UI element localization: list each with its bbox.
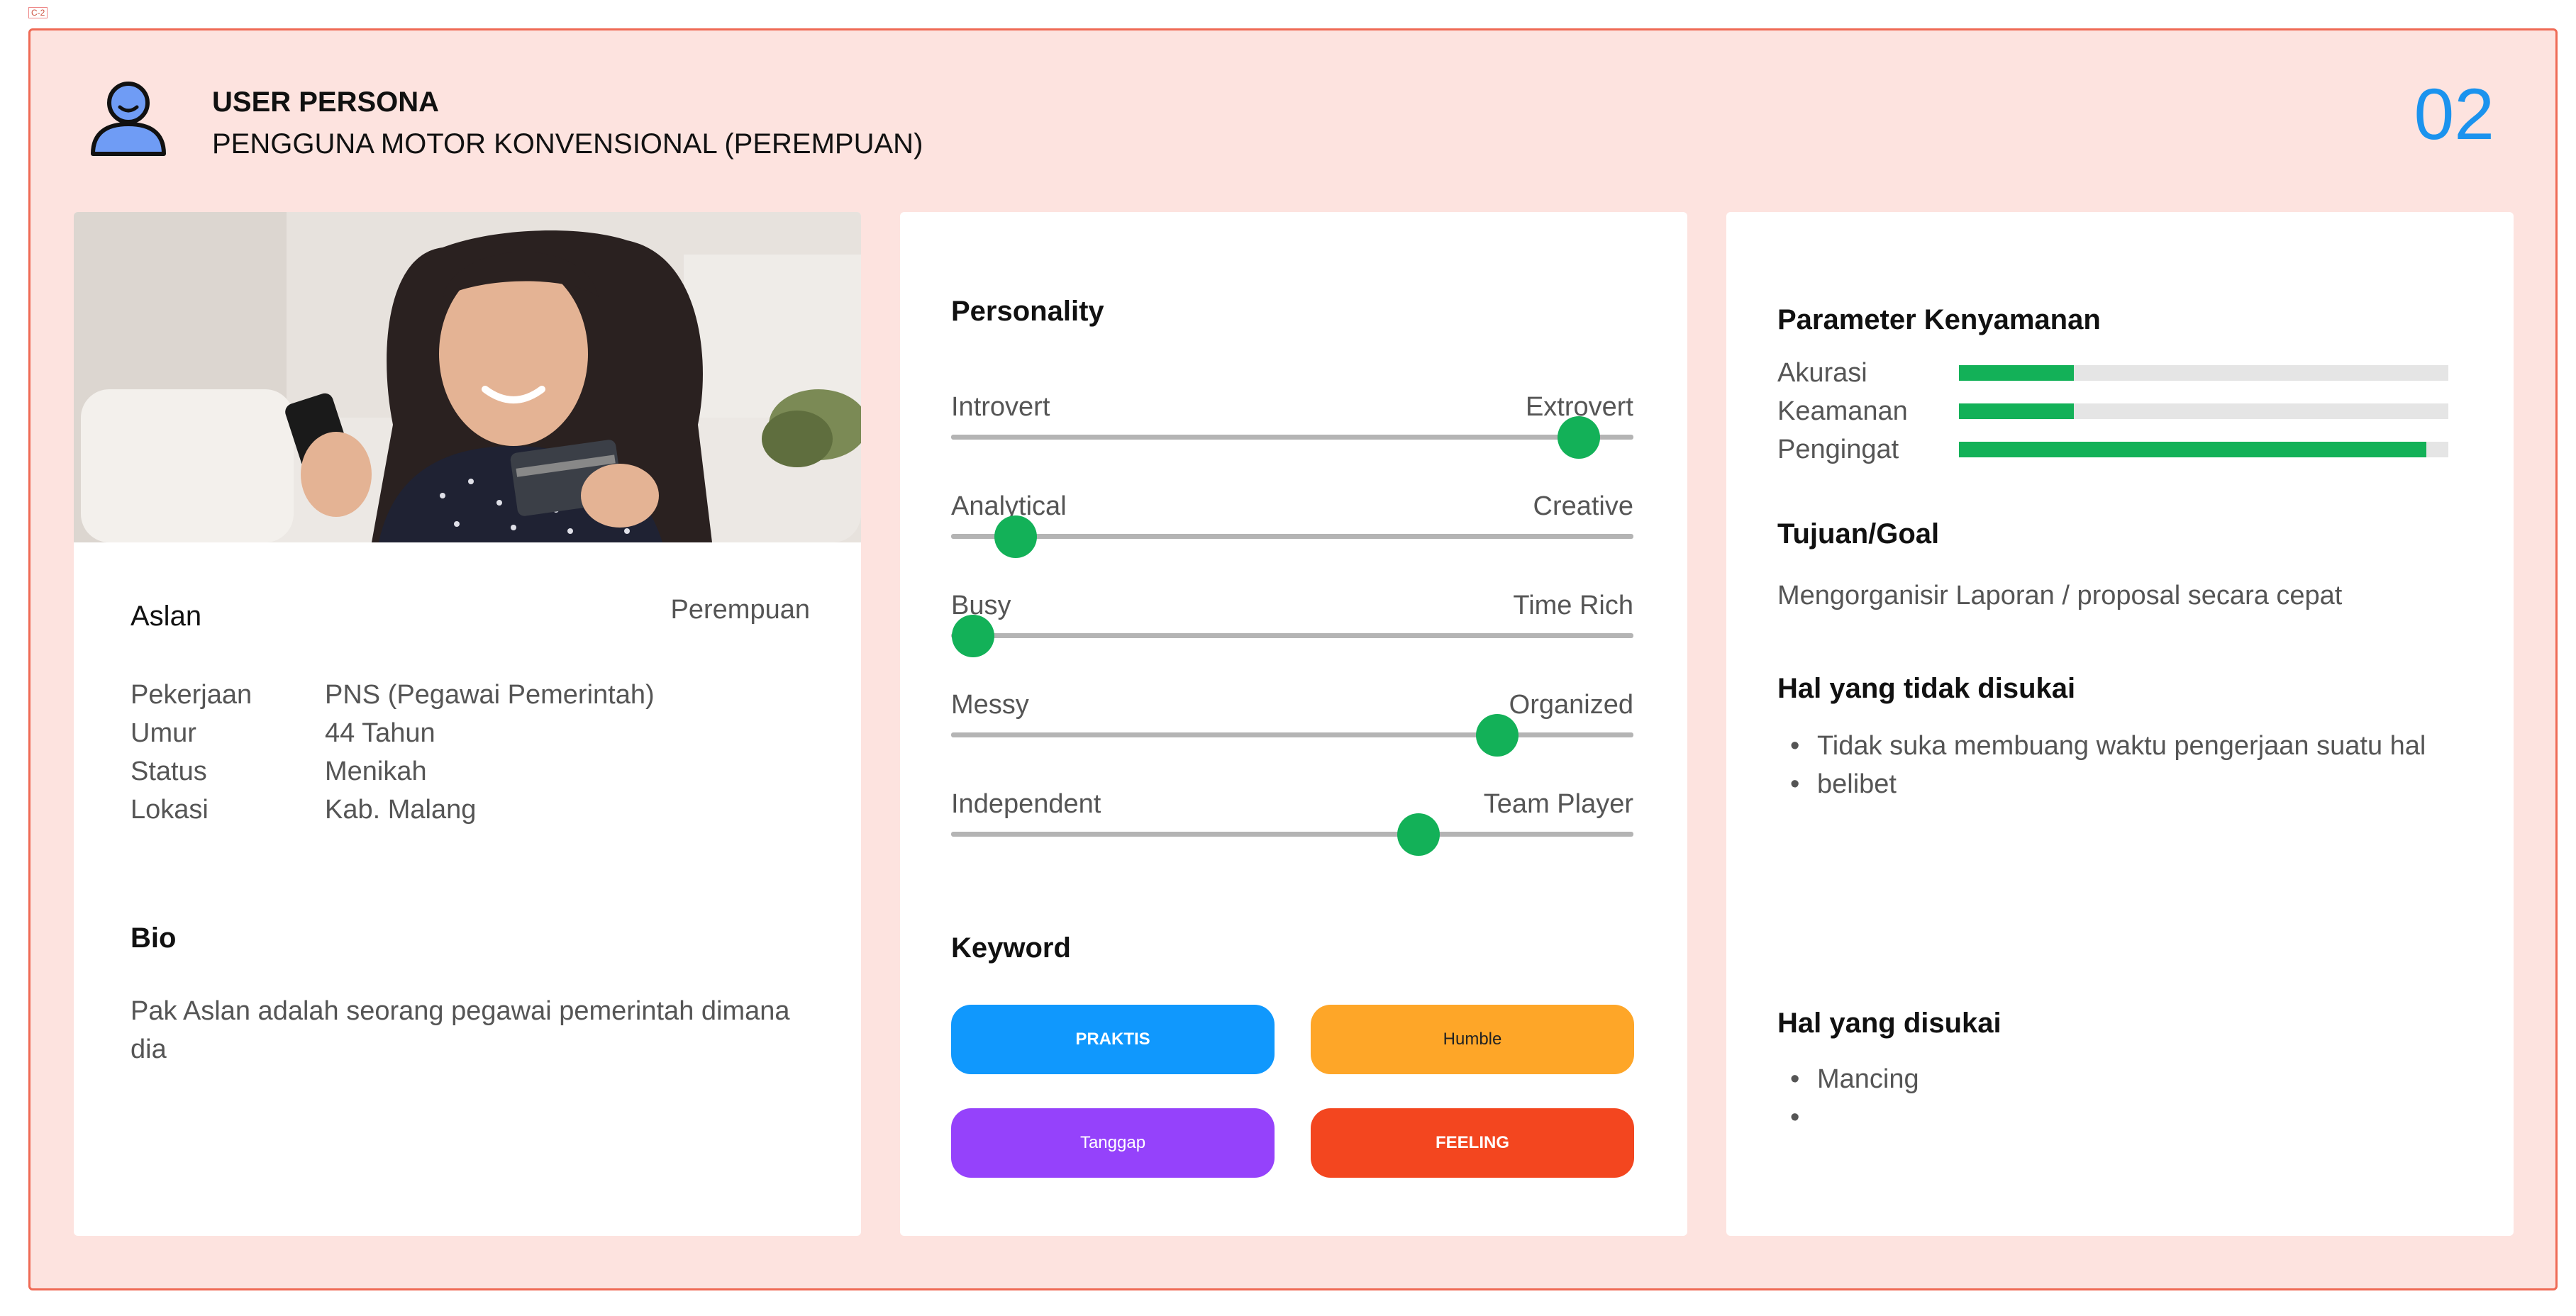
user-icon bbox=[91, 82, 166, 156]
slider-knob[interactable] bbox=[951, 615, 994, 657]
info-key: Pekerjaan bbox=[131, 679, 252, 710]
slider-busy-timerich[interactable]: Busy Time Rich bbox=[951, 591, 1633, 690]
list-item: • belibet bbox=[1777, 765, 2426, 803]
param-row-akurasi: Akurasi bbox=[1777, 354, 2448, 392]
info-key: Lokasi bbox=[131, 794, 209, 825]
bio-title: Bio bbox=[131, 922, 177, 954]
list-item: • Mancing bbox=[1777, 1060, 1919, 1098]
goal-text: Mengorganisir Laporan / proposal secara … bbox=[1777, 581, 2343, 610]
dislikes-title: Hal yang tidak disukai bbox=[1777, 673, 2076, 704]
slider-track[interactable] bbox=[951, 732, 1633, 737]
slider-knob[interactable] bbox=[994, 515, 1038, 558]
slider-knob[interactable] bbox=[1475, 714, 1519, 757]
keyword-title: Keyword bbox=[951, 932, 1071, 964]
info-value: 44 Tahun bbox=[325, 718, 435, 748]
header-subtitle: PENGGUNA MOTOR KONVENSIONAL (PEREMPUAN) bbox=[212, 128, 923, 160]
header-text: USER PERSONA PENGGUNA MOTOR KONVENSIONAL… bbox=[212, 82, 923, 165]
page-number: 02 bbox=[2414, 74, 2494, 155]
param-bar bbox=[1959, 403, 2448, 419]
slider-track[interactable] bbox=[951, 633, 1633, 638]
persona-photo bbox=[74, 212, 861, 542]
frame-label: C-2 bbox=[28, 7, 48, 18]
keyword-chip-tanggap[interactable]: Tanggap bbox=[951, 1108, 1275, 1178]
param-label: Akurasi bbox=[1777, 357, 1867, 388]
slider-left-label: Introvert bbox=[951, 392, 1050, 422]
slider-right-label: Organized bbox=[1509, 690, 1633, 720]
keyword-chip-praktis[interactable]: PRAKTIS bbox=[951, 1005, 1275, 1074]
info-value: Kab. Malang bbox=[325, 794, 477, 825]
personality-card: Personality Introvert Extrovert Analytic… bbox=[900, 212, 1687, 1236]
slider-knob[interactable] bbox=[1397, 813, 1440, 856]
slider-messy-organized[interactable]: Messy Organized bbox=[951, 690, 1633, 789]
param-bar bbox=[1959, 365, 2448, 381]
slider-knob[interactable] bbox=[1558, 416, 1601, 459]
persona-info-table: Pekerjaan PNS (Pegawai Pemerintah) Umur … bbox=[131, 676, 655, 829]
personality-title: Personality bbox=[951, 296, 1104, 327]
bullet-icon: • bbox=[1790, 769, 1800, 799]
header-title: USER PERSONA bbox=[212, 87, 440, 118]
info-value: PNS (Pegawai Pemerintah) bbox=[325, 679, 655, 710]
likes-title: Hal yang disukai bbox=[1777, 1008, 2002, 1039]
bio-text: Pak Aslan adalah seorang pegawai pemerin… bbox=[131, 996, 790, 1064]
persona-frame: USER PERSONA PENGGUNA MOTOR KONVENSIONAL… bbox=[28, 28, 2558, 1290]
param-fill bbox=[1959, 403, 2075, 419]
slider-right-label: Team Player bbox=[1483, 789, 1633, 819]
slider-left-label: Messy bbox=[951, 690, 1029, 720]
bullet-icon: • bbox=[1790, 1064, 1800, 1094]
info-row-umur: Umur 44 Tahun bbox=[131, 714, 655, 752]
param-fill bbox=[1959, 365, 2075, 381]
goal-title: Tujuan/Goal bbox=[1777, 518, 1940, 550]
info-row-lokasi: Lokasi Kab. Malang bbox=[131, 791, 655, 829]
profile-card: Aslan Perempuan Pekerjaan PNS (Pegawai P… bbox=[74, 212, 861, 1236]
dislikes-list: • Tidak suka membuang waktu pengerjaan su… bbox=[1777, 727, 2426, 803]
slider-track[interactable] bbox=[951, 534, 1633, 539]
bullet-icon: • bbox=[1790, 1103, 1800, 1132]
slider-introvert-extrovert[interactable]: Introvert Extrovert bbox=[951, 392, 1633, 491]
slider-track[interactable] bbox=[951, 435, 1633, 440]
param-row-keamanan: Keamanan bbox=[1777, 392, 2448, 430]
slider-track[interactable] bbox=[951, 832, 1633, 837]
list-item: • Tidak suka membuang waktu pengerjaan su… bbox=[1777, 727, 2426, 765]
keyword-chip-feeling[interactable]: FEELING bbox=[1311, 1108, 1634, 1178]
info-key: Umur bbox=[131, 718, 196, 748]
slider-left-label: Independent bbox=[951, 789, 1101, 819]
persona-photo-illustration bbox=[74, 212, 861, 542]
list-item-text: belibet bbox=[1817, 769, 1897, 799]
list-item-text: Mancing bbox=[1817, 1064, 1919, 1094]
needs-card: Parameter Kenyamanan Akurasi Keamanan Pe… bbox=[1726, 212, 2514, 1236]
param-row-pengingat: Pengingat bbox=[1777, 430, 2448, 469]
persona-gender: Perempuan bbox=[670, 595, 810, 625]
likes-list: • Mancing • bbox=[1777, 1060, 1919, 1137]
info-value: Menikah bbox=[325, 756, 427, 786]
info-row-status: Status Menikah bbox=[131, 752, 655, 791]
persona-name: Aslan bbox=[131, 601, 202, 632]
slider-right-label: Creative bbox=[1533, 491, 1634, 521]
param-bar bbox=[1959, 442, 2448, 457]
slider-analytical-creative[interactable]: Analytical Creative bbox=[951, 491, 1633, 591]
slider-independent-teamplayer[interactable]: Independent Team Player bbox=[951, 789, 1633, 888]
info-row-pekerjaan: Pekerjaan PNS (Pegawai Pemerintah) bbox=[131, 676, 655, 714]
list-item-text: Tidak suka membuang waktu pengerjaan sua… bbox=[1817, 731, 2426, 761]
list-item: • bbox=[1777, 1098, 1919, 1137]
comfort-title: Parameter Kenyamanan bbox=[1777, 304, 2101, 335]
info-key: Status bbox=[131, 756, 207, 786]
keyword-chip-humble[interactable]: Humble bbox=[1311, 1005, 1634, 1074]
bullet-icon: • bbox=[1790, 731, 1800, 761]
param-label: Pengingat bbox=[1777, 434, 1899, 464]
param-fill bbox=[1959, 442, 2426, 457]
param-label: Keamanan bbox=[1777, 396, 1908, 426]
slider-right-label: Time Rich bbox=[1513, 591, 1633, 620]
